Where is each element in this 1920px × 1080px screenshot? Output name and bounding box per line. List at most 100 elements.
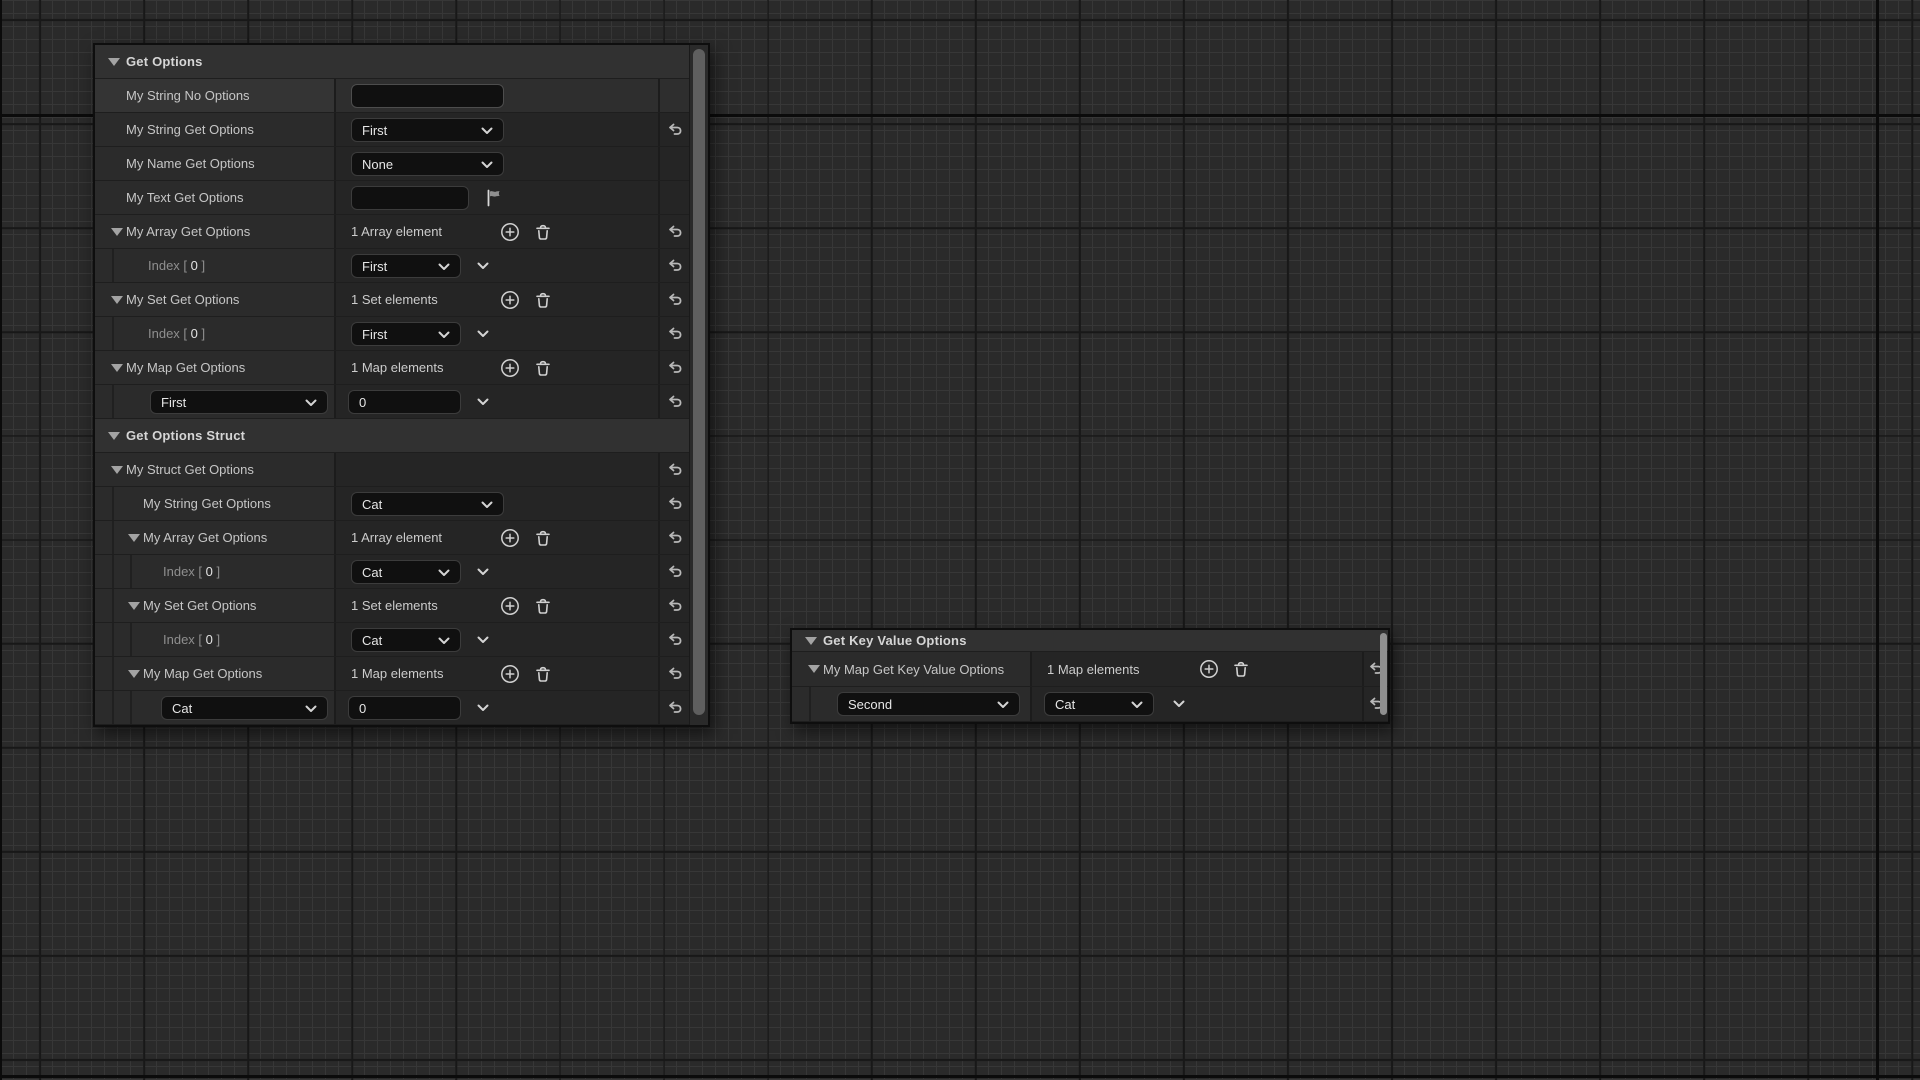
undo-icon[interactable]: [664, 119, 686, 141]
map-key-dropdown[interactable]: Second: [837, 692, 1020, 716]
expander-triangle-icon[interactable]: [111, 364, 123, 372]
chevron-down-icon[interactable]: [474, 563, 494, 581]
property-label: My Set Get Options: [95, 598, 256, 613]
scrollbar-track[interactable]: [689, 45, 708, 725]
undo-icon[interactable]: [664, 629, 686, 651]
index-label-close: ]: [198, 258, 205, 273]
scrollbar-thumb[interactable]: [693, 49, 705, 715]
expander-triangle-icon[interactable]: [111, 296, 123, 304]
add-element-icon[interactable]: [499, 527, 521, 549]
undo-icon[interactable]: [664, 663, 686, 685]
delete-elements-icon[interactable]: [1230, 658, 1252, 680]
property-value-cell: Cat: [1030, 687, 1362, 721]
map-key-dropdown[interactable]: Cat: [161, 696, 328, 720]
undo-icon[interactable]: [664, 493, 686, 515]
property-label-cell: My Array Get Options: [95, 521, 334, 554]
dropdown[interactable]: Cat: [1044, 692, 1154, 716]
undo-icon[interactable]: [664, 323, 686, 345]
text-input[interactable]: [351, 186, 469, 210]
dropdown-value: None: [362, 157, 393, 172]
property-label-cell: My Name Get Options: [95, 147, 334, 180]
collection-count-text: 1 Array element: [351, 521, 442, 554]
expander-triangle-icon[interactable]: [111, 466, 123, 474]
chevron-down-icon[interactable]: [478, 156, 496, 177]
property-label: My Array Get Options: [95, 530, 267, 545]
undo-icon[interactable]: [664, 221, 686, 243]
expander-triangle-icon[interactable]: [128, 534, 140, 542]
text-input-value: 0: [359, 701, 366, 716]
chevron-down-icon[interactable]: [1170, 695, 1190, 713]
undo-icon[interactable]: [664, 595, 686, 617]
delete-elements-icon[interactable]: [532, 221, 554, 243]
collection-count-text: 1 Array element: [351, 215, 442, 248]
text-input[interactable]: 0: [348, 696, 461, 720]
property-value-cell: 1 Array element: [334, 215, 658, 248]
dropdown[interactable]: First: [351, 254, 461, 278]
delete-elements-icon[interactable]: [532, 595, 554, 617]
expander-triangle-icon[interactable]: [111, 228, 123, 236]
expander-triangle-icon[interactable]: [808, 665, 820, 673]
category-row: Get Options: [95, 45, 690, 79]
delete-elements-icon[interactable]: [532, 527, 554, 549]
property-value-cell: [334, 79, 658, 112]
category-row: Get Options Struct: [95, 419, 690, 453]
chevron-down-icon[interactable]: [474, 393, 494, 411]
text-input[interactable]: [351, 84, 504, 108]
property-label-cell: My Text Get Options: [95, 181, 334, 214]
reset-cell: [658, 555, 690, 588]
add-element-icon[interactable]: [499, 357, 521, 379]
indent-guide: [112, 487, 114, 520]
undo-icon[interactable]: [664, 697, 686, 719]
undo-icon[interactable]: [664, 391, 686, 413]
undo-icon[interactable]: [664, 289, 686, 311]
add-element-icon[interactable]: [499, 289, 521, 311]
delete-elements-icon[interactable]: [532, 663, 554, 685]
undo-icon[interactable]: [664, 357, 686, 379]
chevron-down-icon[interactable]: [478, 122, 496, 143]
chevron-down-icon[interactable]: [478, 496, 496, 517]
undo-icon[interactable]: [664, 255, 686, 277]
chevron-down-icon[interactable]: [435, 258, 453, 279]
property-row: My String No Options: [95, 79, 690, 113]
dropdown[interactable]: Cat: [351, 628, 461, 652]
indent-guide: [112, 317, 114, 350]
property-label: My Map Get Key Value Options: [792, 662, 1004, 677]
chevron-down-icon[interactable]: [474, 257, 494, 275]
expander-triangle-icon[interactable]: [108, 432, 120, 440]
add-element-icon[interactable]: [499, 221, 521, 243]
indent-guide: [130, 623, 132, 656]
add-element-icon[interactable]: [499, 595, 521, 617]
delete-elements-icon[interactable]: [532, 357, 554, 379]
expander-triangle-icon[interactable]: [108, 58, 120, 66]
dropdown[interactable]: First: [351, 118, 504, 142]
text-input[interactable]: 0: [348, 390, 461, 414]
index-label-open: Index [: [163, 564, 206, 579]
chevron-down-icon[interactable]: [1128, 696, 1146, 717]
indent-guide: [809, 687, 811, 721]
chevron-down-icon[interactable]: [435, 632, 453, 653]
expander-triangle-icon[interactable]: [128, 602, 140, 610]
chevron-down-icon[interactable]: [994, 696, 1012, 717]
undo-icon[interactable]: [664, 561, 686, 583]
chevron-down-icon[interactable]: [435, 564, 453, 585]
expander-triangle-icon[interactable]: [128, 670, 140, 678]
chevron-down-icon[interactable]: [302, 700, 320, 721]
undo-icon[interactable]: [664, 527, 686, 549]
add-element-icon[interactable]: [499, 663, 521, 685]
panel-edge-scrollbar[interactable]: [1380, 633, 1387, 715]
undo-icon[interactable]: [664, 459, 686, 481]
expander-triangle-icon[interactable]: [805, 637, 817, 645]
dropdown[interactable]: Cat: [351, 492, 504, 516]
chevron-down-icon[interactable]: [435, 326, 453, 347]
chevron-down-icon[interactable]: [474, 631, 494, 649]
add-element-icon[interactable]: [1198, 658, 1220, 680]
reset-cell: [658, 657, 690, 690]
chevron-down-icon[interactable]: [474, 699, 494, 717]
chevron-down-icon[interactable]: [302, 394, 320, 415]
map-key-dropdown[interactable]: First: [150, 390, 328, 414]
dropdown[interactable]: Cat: [351, 560, 461, 584]
delete-elements-icon[interactable]: [532, 289, 554, 311]
dropdown[interactable]: None: [351, 152, 504, 176]
dropdown[interactable]: First: [351, 322, 461, 346]
chevron-down-icon[interactable]: [474, 325, 494, 343]
